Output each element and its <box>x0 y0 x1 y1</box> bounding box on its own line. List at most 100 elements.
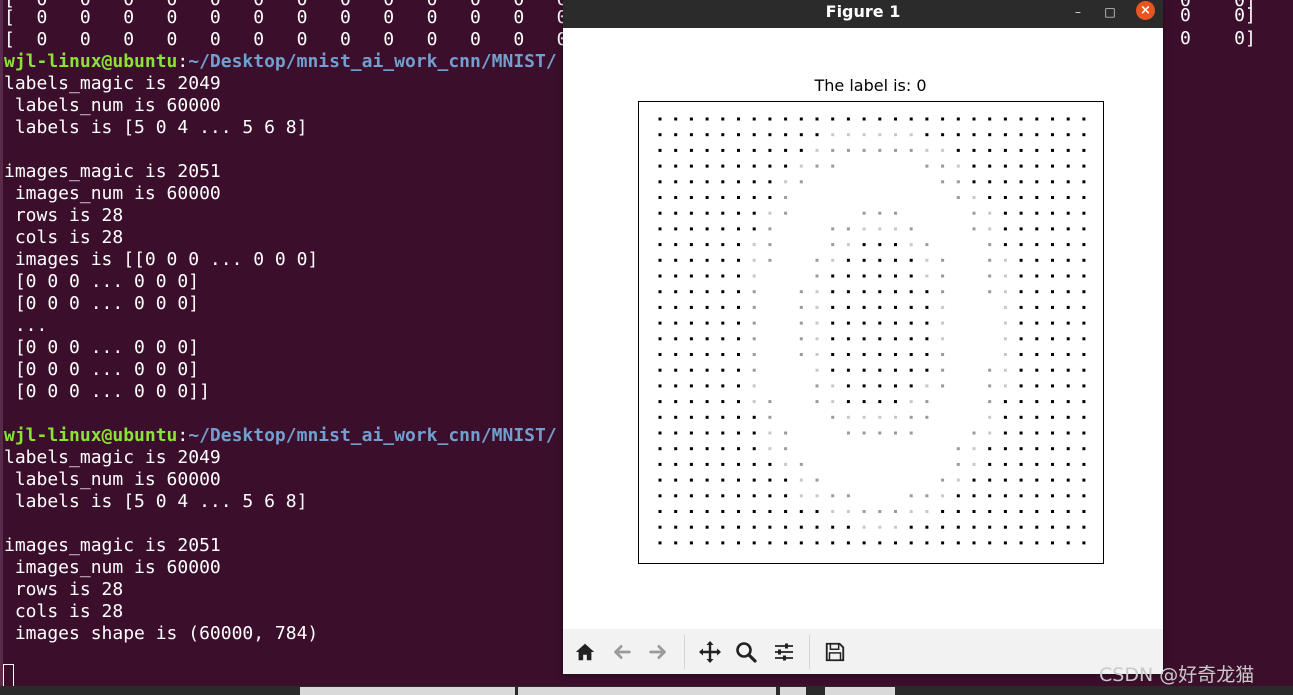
pixel-dot <box>674 384 678 388</box>
pixel-dot <box>1035 494 1039 498</box>
pixel-dot <box>784 431 788 435</box>
pixel-dot <box>1019 478 1023 482</box>
pixel-dot <box>752 164 756 168</box>
pixel-dot <box>831 384 835 388</box>
pixel-dot <box>752 321 756 325</box>
pixel-dot <box>1035 510 1039 513</box>
pixel-dot <box>674 117 678 121</box>
pixel-dot <box>1066 525 1070 529</box>
minimize-button[interactable]: – <box>1069 3 1087 21</box>
pixel-dot <box>689 274 693 278</box>
pixel-dot <box>689 337 693 341</box>
pixel-dot <box>1066 353 1070 356</box>
configure-subplots-button[interactable] <box>770 639 798 665</box>
maximize-button[interactable]: □ <box>1101 3 1119 21</box>
taskbar-thumbnail[interactable] <box>780 687 806 695</box>
pixel-dot <box>721 164 725 168</box>
figure-titlebar[interactable]: Figure 1 – □ × <box>563 0 1163 28</box>
pixel-dot <box>689 494 693 498</box>
pixel-dot <box>862 133 866 137</box>
pixel-dot <box>925 494 929 498</box>
pixel-dot <box>862 258 866 262</box>
pixel-dot <box>925 321 929 325</box>
pixel-dot <box>768 243 772 247</box>
pixel-dot <box>752 431 756 435</box>
pixel-dot <box>721 274 725 278</box>
taskbar-thumbnail[interactable] <box>300 687 515 695</box>
pixel-dot <box>658 478 662 482</box>
pixel-dot <box>768 415 772 419</box>
pixel-dot <box>988 384 992 388</box>
pixel-dot <box>721 494 725 498</box>
pixel-dot <box>689 211 693 215</box>
pixel-dot <box>1019 117 1023 121</box>
pixel-dot <box>799 305 803 309</box>
pixel-dot <box>1035 368 1039 372</box>
pixel-dot <box>658 321 662 325</box>
pixel-dot <box>1035 180 1039 184</box>
home-button[interactable] <box>571 639 599 665</box>
pixel-dot <box>1066 305 1070 309</box>
pixel-dot <box>894 541 897 545</box>
pixel-dot <box>752 117 756 121</box>
pixel-dot <box>1003 305 1007 309</box>
terminal-line: images shape is (60000, 784) <box>4 623 319 644</box>
pixel-dot <box>705 415 709 419</box>
pixel-dot <box>705 133 709 137</box>
pixel-dot <box>1003 384 1007 388</box>
pixel-dot <box>784 148 788 152</box>
pixel-dot <box>705 447 709 451</box>
pixel-dot <box>721 148 725 152</box>
pixel-dot <box>925 274 929 278</box>
pixel-dot <box>862 525 866 529</box>
pixel-dot <box>878 431 882 435</box>
plot-canvas[interactable] <box>638 101 1104 564</box>
pixel-dot <box>705 368 709 372</box>
pixel-dot <box>705 180 709 184</box>
figure-window[interactable]: Figure 1 – □ × The label is: 0 <box>563 0 1163 674</box>
pixel-dot <box>1082 243 1086 247</box>
pixel-dot <box>1082 117 1086 121</box>
pan-button[interactable] <box>696 639 724 665</box>
pixel-dot <box>988 148 992 152</box>
pixel-dot <box>846 117 850 121</box>
pixel-dot <box>878 321 882 325</box>
pixel-dot <box>925 305 929 309</box>
pixel-dot <box>862 274 866 278</box>
pixel-dot <box>674 510 678 513</box>
pixel-dot <box>894 211 897 215</box>
pixel-dot <box>972 510 976 513</box>
forward-button[interactable] <box>644 639 672 665</box>
pixel-dot <box>1019 447 1023 451</box>
pixel-dot <box>909 384 913 388</box>
pixel-dot <box>1082 384 1086 388</box>
pixel-dot <box>658 462 662 466</box>
pixel-dot <box>941 525 945 529</box>
taskbar-thumbnail[interactable] <box>518 687 776 695</box>
pixel-dot <box>689 196 693 199</box>
pixel-dot <box>658 415 662 419</box>
zoom-button[interactable] <box>732 639 760 665</box>
close-button[interactable]: × <box>1136 1 1155 20</box>
terminal-line: images_num is 60000 <box>4 183 221 204</box>
pixel-dot <box>988 164 992 168</box>
back-button[interactable] <box>608 639 636 665</box>
pixel-dot <box>815 478 819 482</box>
forward-arrow-icon <box>649 645 666 659</box>
save-button[interactable] <box>821 639 849 665</box>
pixel-dot <box>1051 305 1054 309</box>
pixel-dot <box>799 525 803 529</box>
pixel-dot <box>1066 337 1070 341</box>
pixel-dot <box>1066 400 1070 404</box>
pixel-dot <box>737 290 740 294</box>
taskbar-thumbnail[interactable] <box>825 687 895 695</box>
pixel-dot <box>894 133 897 137</box>
terminal-line: [0 0 0 ... 0 0 0] <box>4 337 200 358</box>
pixel-dot <box>674 368 678 372</box>
pixel-dot <box>658 274 662 278</box>
pixel-dot <box>1051 211 1054 215</box>
pixel-dot <box>1035 133 1039 137</box>
pixel-dot <box>768 164 772 168</box>
pixel-dot <box>1066 274 1070 278</box>
pixel-dot <box>705 274 709 278</box>
